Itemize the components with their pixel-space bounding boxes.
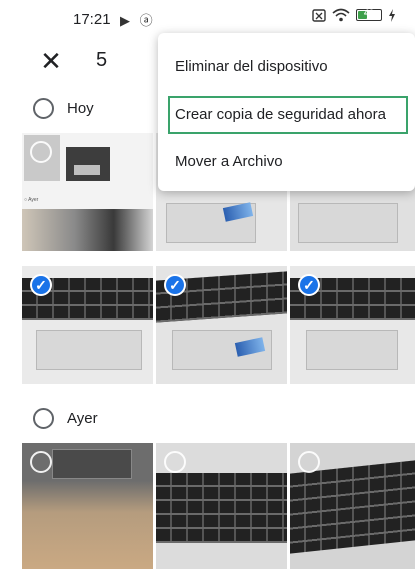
menu-item-delete-from-device[interactable]: Eliminar del dispositivo (168, 48, 408, 86)
close-selection-button[interactable]: ✕ (36, 46, 66, 76)
section-header-yesterday: Ayer (0, 400, 415, 440)
photo-thumbnail[interactable] (22, 443, 153, 569)
photo-selected-check[interactable]: ✓ (298, 274, 320, 296)
photo-thumbnail[interactable] (156, 443, 287, 569)
battery-icon: 40 (356, 8, 382, 21)
photo-thumbnail[interactable]: ○ Ayer (22, 133, 153, 251)
select-day-radio[interactable] (33, 408, 54, 429)
section-label: Hoy (67, 100, 94, 117)
status-right-icons: 40 (312, 8, 396, 22)
photo-selected-check[interactable]: ✓ (164, 274, 186, 296)
photo-grid-today-row2: ✓ ✓ ✓ (22, 266, 415, 384)
menu-item-backup-now[interactable]: Crear copia de seguridad ahora (168, 96, 408, 134)
photo-thumbnail[interactable] (290, 443, 415, 569)
battery-level: 40 (363, 8, 374, 18)
photo-select-circle[interactable] (164, 451, 186, 473)
status-time: 17:21 (73, 11, 111, 28)
close-icon: ✕ (40, 46, 62, 76)
section-label: Ayer (67, 410, 98, 427)
sim-icon (312, 8, 326, 22)
selection-count: 5 (96, 49, 108, 71)
select-day-radio[interactable] (33, 98, 54, 119)
overflow-menu: Eliminar del dispositivo Crear copia de … (158, 33, 415, 191)
photo-selected-check[interactable]: ✓ (30, 274, 52, 296)
notification-icons: ▶ ⓐ (120, 13, 156, 28)
photo-thumbnail-selected[interactable]: ✓ (156, 266, 287, 384)
charging-icon (389, 8, 395, 22)
photo-select-circle[interactable] (30, 141, 52, 163)
photo-thumbnail-selected[interactable]: ✓ (22, 266, 153, 384)
photo-select-circle[interactable] (298, 451, 320, 473)
menu-item-move-to-archive[interactable]: Mover a Archivo (168, 143, 408, 181)
wifi-icon (332, 8, 350, 22)
photo-thumbnail-selected[interactable]: ✓ (290, 266, 415, 384)
photo-select-circle[interactable] (30, 451, 52, 473)
status-bar: 17:21 ▶ ⓐ 40 (0, 0, 415, 36)
photo-grid-yesterday (22, 443, 415, 569)
